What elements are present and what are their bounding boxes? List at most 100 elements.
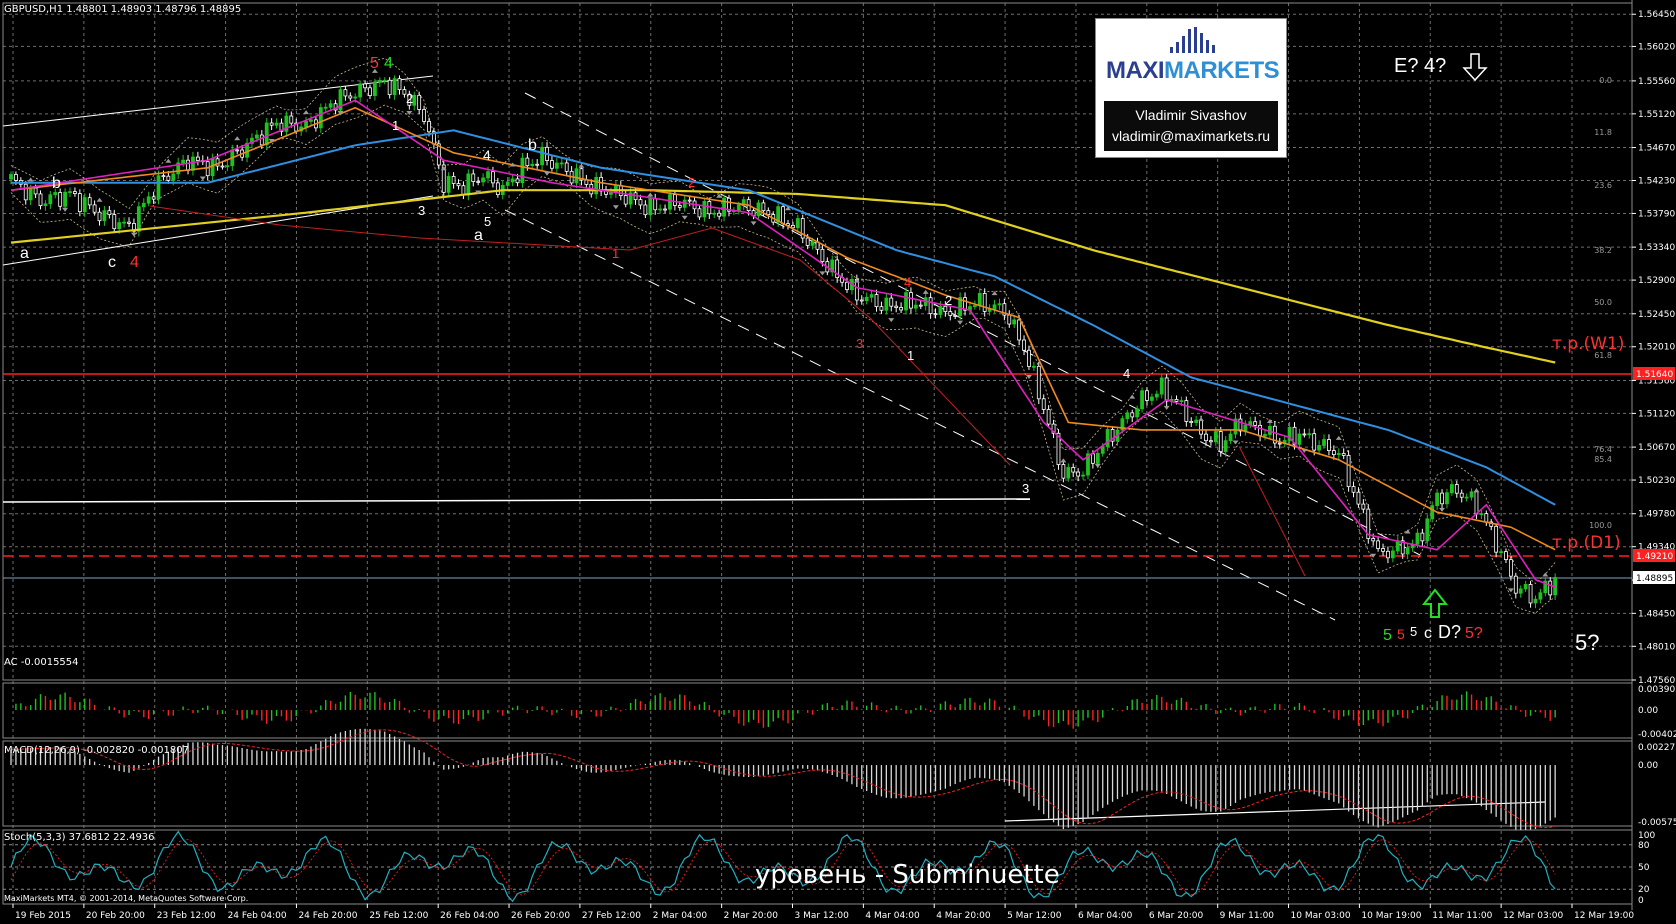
bear-candle — [918, 304, 923, 307]
fractal-down — [888, 318, 895, 323]
wave-label: 2 — [688, 175, 695, 190]
bear-candle — [805, 237, 810, 246]
bear-candle — [845, 281, 849, 291]
bull-candle — [9, 174, 13, 180]
bear-candle — [643, 204, 648, 216]
bear-candle — [889, 297, 894, 307]
ac-tick-label: 0.003903 — [1638, 685, 1676, 695]
bear-candle — [525, 157, 530, 167]
bear-candle — [289, 115, 294, 124]
bear-candle — [1371, 538, 1376, 542]
bull-candle — [1194, 419, 1199, 423]
falling-channel-top — [524, 92, 1421, 556]
price-tag-w1: 1.51640 — [1633, 367, 1675, 380]
bear-candle — [1076, 471, 1081, 477]
price-tick-label: 1.55560 — [1638, 77, 1675, 87]
bear-candle — [38, 193, 43, 207]
wave-label: b — [52, 175, 61, 192]
wave-label: b — [528, 137, 537, 154]
fractal-down — [406, 110, 413, 115]
fractal-down — [681, 215, 688, 220]
wave-label: 1 — [907, 348, 914, 363]
bull-candle — [141, 202, 146, 208]
fractal-down — [1094, 463, 1101, 468]
time-tick-label: 9 Mar 11:00 — [1220, 911, 1275, 921]
trading-chart[interactable]: 0.011.823.638.250.061.876.485.4100.0abc 4… — [0, 0, 1676, 924]
time-tick-label: 27 Feb 12:00 — [582, 911, 641, 921]
bull-candle — [446, 176, 451, 193]
logo-brand: MAXIMARKETS — [1106, 57, 1280, 84]
bull-candle — [68, 191, 72, 193]
bull-candle — [1464, 496, 1469, 499]
macd-title: MACD(12,26,9) -0.002820 -0.001807 — [4, 745, 189, 756]
wave-label: 4 — [130, 254, 139, 271]
bull-candle — [1297, 433, 1302, 445]
wave-label: 1 — [612, 246, 619, 261]
wave-label: E? 4? — [1394, 55, 1446, 77]
macd-indicator-panel[interactable] — [10, 728, 1556, 830]
bull-candle — [884, 297, 889, 311]
bull-candle — [1449, 484, 1454, 494]
level-caption: уровень - Subminuette — [755, 860, 1060, 890]
bull-candle — [358, 83, 363, 98]
time-tick-label: 26 Feb 04:00 — [440, 911, 499, 921]
price-tick-label: 1.55120 — [1638, 110, 1675, 120]
bear-candle — [1484, 513, 1489, 523]
bull-candle — [382, 79, 387, 82]
bear-candle — [599, 176, 604, 192]
bull-candle — [191, 156, 195, 171]
wave-label: a — [474, 227, 483, 244]
ac-title: AC -0.0015554 — [4, 657, 79, 668]
wave-label: 5 — [1383, 627, 1392, 644]
bear-candle — [1508, 559, 1513, 577]
bull-candle — [510, 178, 515, 183]
bear-candle — [161, 175, 166, 178]
symbol-header: GBPUSD,H1 1.48801 1.48903 1.48796 1.4889… — [4, 4, 241, 15]
time-tick-label: 12 Mar 19:00 — [1574, 911, 1634, 921]
bull-candle — [63, 191, 67, 207]
wave-label: 5 — [1410, 624, 1417, 639]
bear-candle — [899, 307, 904, 311]
bull-candle — [48, 194, 53, 205]
bull-candle — [559, 162, 564, 165]
copyright-text: MaxiMarkets MT4, © 2001-2014, MetaQuotes… — [4, 894, 248, 903]
bull-candle — [1031, 365, 1036, 368]
bear-candle — [1253, 421, 1258, 426]
fractal-up — [234, 136, 241, 141]
bear-candle — [820, 248, 825, 263]
time-tick-label: 10 Mar 03:00 — [1291, 911, 1351, 921]
bear-candle — [1277, 442, 1282, 445]
price-tag-d1: 1.49210 — [1633, 549, 1675, 562]
stoch-title: Stoch(5,3,3) 37.6812 22.4936 — [4, 832, 155, 843]
fractal-down — [819, 271, 826, 276]
bear-candle — [781, 206, 785, 225]
ac-indicator-panel[interactable] — [11, 691, 1556, 729]
bull-candle — [82, 197, 87, 213]
bull-candle — [505, 181, 510, 186]
bull-candle — [28, 187, 33, 201]
price-tick-label: 1.51120 — [1638, 409, 1675, 419]
upper-envelope — [10, 57, 1556, 585]
stoch-tick-label: 80 — [1638, 841, 1650, 851]
fractal-up — [165, 158, 172, 163]
price-tick-label: 1.56020 — [1638, 42, 1675, 52]
time-tick-label: 10 Mar 19:00 — [1361, 911, 1421, 921]
main-price-panel[interactable]: 0.011.823.638.250.061.876.485.4100.0abc 4… — [2, 53, 1632, 822]
bull-candle — [520, 157, 525, 184]
bear-candle — [1007, 314, 1012, 325]
lower-envelope — [10, 104, 1556, 614]
bear-candle — [1351, 486, 1356, 493]
bear-candle — [859, 299, 864, 302]
stoch-tick-label: 20 — [1638, 885, 1650, 895]
bear-candle — [1459, 492, 1464, 498]
bull-candle — [1390, 550, 1395, 559]
maximarkets-logo: MAXIMARKETS Vladimir Sivashov vladimir@m… — [1095, 18, 1287, 158]
bull-candle — [658, 208, 663, 211]
bull-candle — [977, 293, 982, 307]
fib-level-label: 23.6 — [1594, 181, 1612, 190]
bear-candle — [33, 187, 38, 195]
fib-level-label: 0.0 — [1599, 76, 1612, 85]
bear-candle — [87, 197, 92, 206]
bull-candle — [122, 221, 127, 224]
bear-candle — [638, 199, 643, 206]
